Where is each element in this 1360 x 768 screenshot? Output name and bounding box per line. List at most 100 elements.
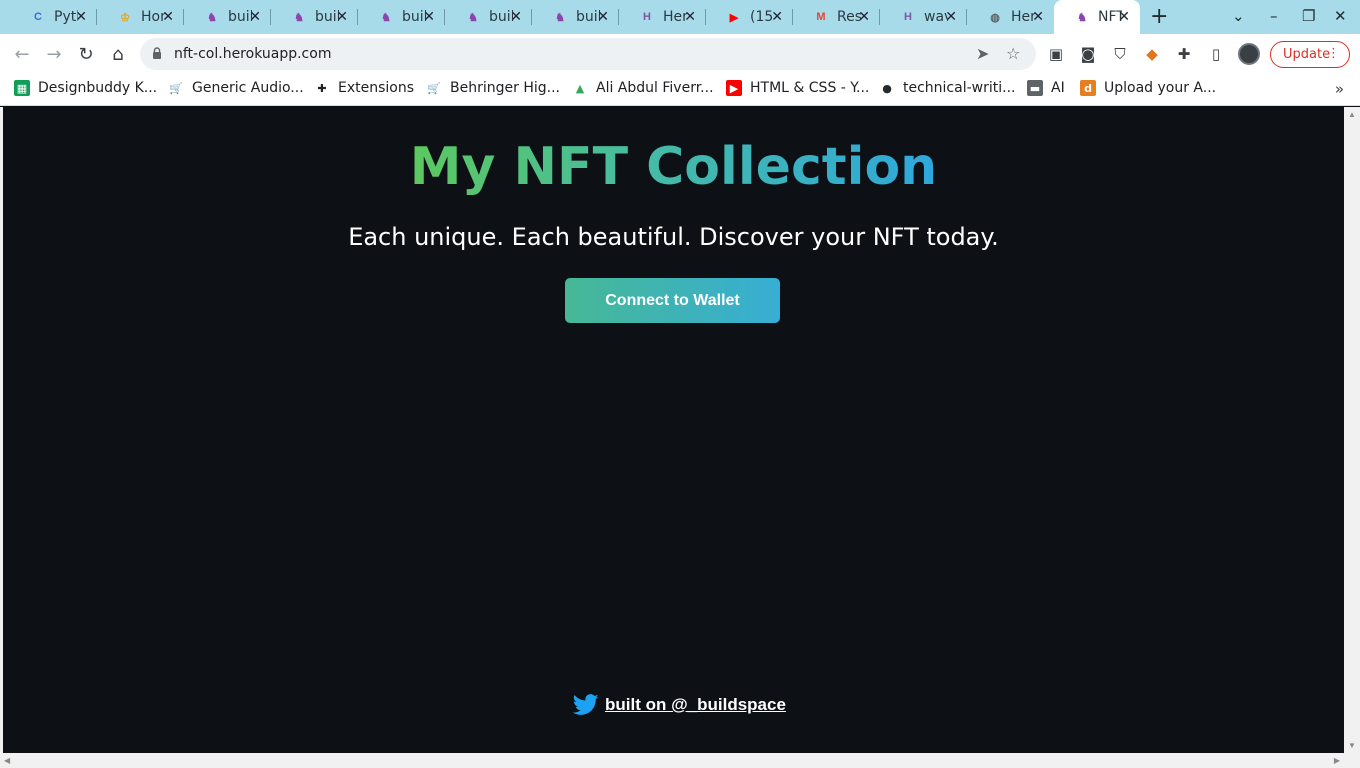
browser-toolbar: ← → ↻ ⌂ nft-col.herokuapp.com ➤ ☆ ▣ ◙ ⛉ … bbox=[0, 34, 1360, 74]
bookmark-item[interactable]: d Upload your A... bbox=[1080, 80, 1216, 96]
new-tab-button[interactable]: + bbox=[1150, 4, 1168, 29]
bookmark-label: Extensions bbox=[338, 80, 415, 96]
metamask-fox-icon[interactable]: ◆ bbox=[1142, 44, 1162, 64]
bookmark-star-icon[interactable]: ☆ bbox=[1006, 44, 1020, 63]
tab-close-icon[interactable]: ✕ bbox=[858, 9, 870, 25]
bookmark-item[interactable]: ▶ HTML & CSS - Y... bbox=[726, 80, 869, 96]
bookmarks-overflow-icon[interactable]: » bbox=[1335, 80, 1344, 98]
address-bar[interactable]: nft-col.herokuapp.com ➤ ☆ bbox=[140, 38, 1036, 70]
bookmark-label: Generic Audio... bbox=[192, 80, 304, 96]
tab-search-icon[interactable]: ⌄ bbox=[1232, 7, 1245, 25]
tab-close-icon[interactable]: ✕ bbox=[162, 9, 174, 25]
bookmark-item[interactable]: ▲ Ali Abdul Fiverr... bbox=[572, 80, 714, 96]
tab-close-icon[interactable]: ✕ bbox=[597, 9, 609, 25]
unicorn-icon: ♞ bbox=[1077, 11, 1087, 24]
tab-close-icon[interactable]: ✕ bbox=[336, 9, 348, 25]
youtube-icon: ▶ bbox=[726, 80, 742, 96]
extensions-puzzle-icon[interactable]: ✚ bbox=[1174, 44, 1194, 64]
update-label: Update bbox=[1283, 47, 1331, 62]
side-panel-icon[interactable]: ▯ bbox=[1206, 44, 1226, 64]
bookmark-item[interactable]: ▬ AI bbox=[1027, 80, 1065, 96]
connect-wallet-button[interactable]: Connect to Wallet bbox=[565, 278, 780, 323]
tab-5[interactable]: ♞ buil ✕ bbox=[445, 0, 532, 34]
tab-10[interactable]: Hwav✕ bbox=[880, 0, 967, 34]
bookmark-item[interactable]: ✚ Extensions bbox=[314, 80, 414, 96]
gmail-icon: M bbox=[816, 11, 826, 23]
unicorn-icon: ♞ bbox=[294, 11, 304, 24]
bookmark-label: Ali Abdul Fiverr... bbox=[596, 80, 714, 96]
tab-close-icon[interactable]: ✕ bbox=[945, 9, 957, 25]
page-content: My NFT Collection Each unique. Each beau… bbox=[3, 107, 1344, 753]
restore-button[interactable]: ❐ bbox=[1302, 7, 1315, 25]
tab-close-icon[interactable]: ✕ bbox=[1118, 9, 1130, 25]
tab-close-icon[interactable]: ✕ bbox=[510, 9, 522, 25]
tab-close-icon[interactable]: ✕ bbox=[249, 9, 261, 25]
globe-icon: ◍ bbox=[990, 11, 1000, 24]
bookmark-label: technical-writi... bbox=[903, 80, 1016, 96]
bookmark-label: Upload your A... bbox=[1104, 80, 1217, 96]
bookmark-item[interactable]: 🛒 Behringer Hig... bbox=[426, 80, 560, 96]
tab-2[interactable]: ♞ buil ✕ bbox=[184, 0, 271, 34]
unicorn-icon: ♞ bbox=[555, 11, 565, 24]
tab-11[interactable]: ◍ Her ✕ bbox=[967, 0, 1054, 34]
tab-9[interactable]: M Res ✕ bbox=[793, 0, 880, 34]
tab-close-icon[interactable]: ✕ bbox=[75, 9, 87, 25]
tab-close-icon[interactable]: ✕ bbox=[423, 9, 435, 25]
bookmarks-bar: » ▦ Designbuddy K... 🛒 Generic Audio... ✚ Ext… bbox=[0, 74, 1360, 106]
page-title-text: My NFT Collection bbox=[409, 137, 938, 197]
update-button[interactable]: Update ⋮ bbox=[1270, 41, 1350, 68]
tab-12[interactable]: ♞ NFT ✕ bbox=[1054, 0, 1140, 34]
unicorn-icon: ♞ bbox=[207, 11, 217, 24]
buildspace-link[interactable]: built on @_buildspace bbox=[605, 695, 786, 715]
bookmark-label: HTML & CSS - Y... bbox=[750, 80, 870, 96]
tab-4[interactable]: ♞ buil ✕ bbox=[358, 0, 445, 34]
tab-3[interactable]: ♞ buil ✕ bbox=[271, 0, 358, 34]
youtube-icon: ▶ bbox=[729, 11, 739, 24]
drive-icon: ▲ bbox=[575, 81, 585, 95]
close-window-button[interactable]: ✕ bbox=[1334, 7, 1347, 25]
heroku-icon: H bbox=[904, 11, 912, 23]
twitter-icon bbox=[573, 694, 599, 715]
folder-icon: ▬ bbox=[1027, 80, 1043, 96]
tab-0[interactable]: CPyth✕ bbox=[10, 0, 97, 34]
footer: built on @_buildspace bbox=[573, 694, 786, 716]
page-title: My NFT Collection bbox=[3, 137, 1344, 197]
picture-in-picture-icon[interactable]: ▣ bbox=[1046, 44, 1066, 64]
bookmark-item[interactable]: ● technical-writi... bbox=[879, 80, 1015, 96]
bookmark-item[interactable]: ▦ Designbuddy K... bbox=[14, 80, 157, 96]
profile-avatar[interactable] bbox=[1238, 43, 1260, 65]
bookmark-item[interactable]: 🛒 Generic Audio... bbox=[168, 80, 304, 96]
tab-7[interactable]: H Her ✕ bbox=[619, 0, 706, 34]
page-subtitle: Each unique. Each beautiful. Discover yo… bbox=[348, 223, 999, 251]
tab-8[interactable]: ▶ (15 ✕ bbox=[706, 0, 793, 34]
lock-icon bbox=[153, 47, 161, 59]
send-icon[interactable]: ➤ bbox=[976, 44, 989, 63]
camera-icon[interactable]: ◙ bbox=[1078, 44, 1098, 64]
puzzle-icon: ✚ bbox=[317, 81, 327, 95]
url-text[interactable]: nft-col.herokuapp.com bbox=[174, 46, 331, 62]
d-logo-icon: d bbox=[1080, 80, 1096, 96]
tab-1[interactable]: ♔ Hon ✕ bbox=[97, 0, 184, 34]
vertical-scrollbar[interactable]: ▲ ▼ bbox=[1344, 107, 1360, 753]
back-button[interactable]: ← bbox=[10, 42, 34, 66]
bookmark-label: Behringer Hig... bbox=[450, 80, 560, 96]
horizontal-scrollbar[interactable]: ◀ ▶ bbox=[0, 753, 1360, 768]
minimize-button[interactable]: – bbox=[1270, 7, 1278, 25]
tab-close-icon[interactable]: ✕ bbox=[771, 9, 783, 25]
shield-icon[interactable]: ⛉ bbox=[1110, 44, 1130, 64]
bookmark-label: AI bbox=[1051, 80, 1065, 96]
forward-button[interactable]: → bbox=[42, 42, 66, 66]
reload-button[interactable]: ↻ bbox=[74, 42, 98, 66]
unicorn-icon: ♞ bbox=[468, 11, 478, 24]
heroku-icon: H bbox=[643, 11, 651, 23]
tab-close-icon[interactable]: ✕ bbox=[684, 9, 696, 25]
tab-close-icon[interactable]: ✕ bbox=[1032, 9, 1044, 25]
home-button[interactable]: ⌂ bbox=[106, 42, 130, 66]
unicorn-icon: ♞ bbox=[381, 11, 391, 24]
sheets-icon: ▦ bbox=[14, 80, 30, 96]
tab-6[interactable]: ♞ buil ✕ bbox=[532, 0, 619, 34]
menu-dots-icon[interactable]: ⋮ bbox=[1327, 46, 1340, 61]
cart-icon: 🛒 bbox=[169, 81, 183, 95]
github-icon: ● bbox=[882, 81, 892, 95]
bookmark-label: Designbuddy K... bbox=[38, 80, 158, 96]
